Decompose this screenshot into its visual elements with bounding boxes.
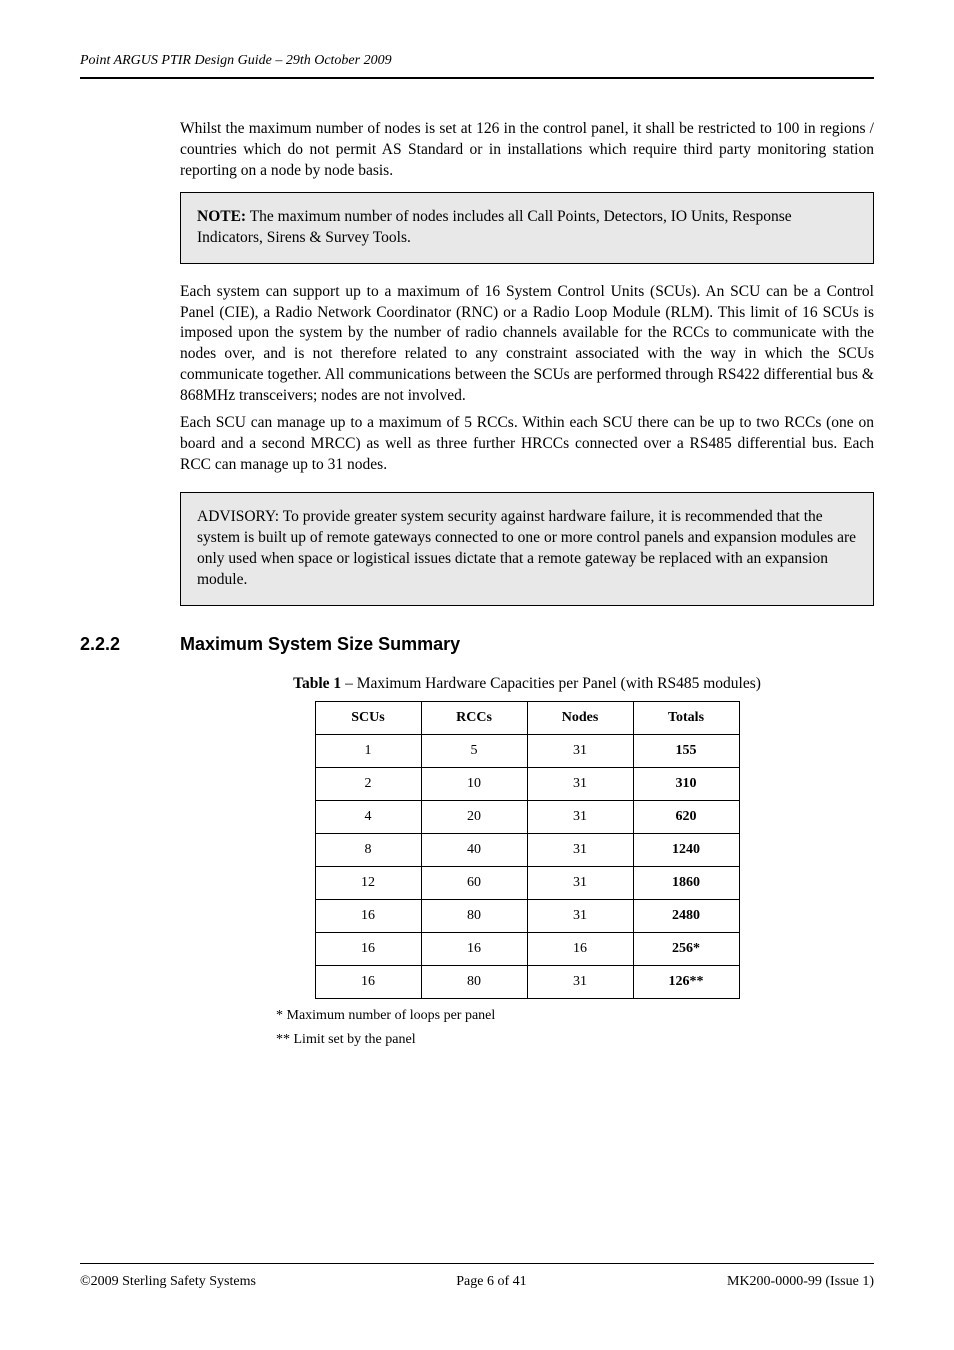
page-footer: ©2009 Sterling Safety Systems Page 6 of … <box>80 1268 874 1290</box>
table-cell: 310 <box>633 767 739 800</box>
table-cell: 4 <box>315 800 421 833</box>
table-cell: 31 <box>527 800 633 833</box>
table-cell: 31 <box>527 833 633 866</box>
table-row: 1531155 <box>315 734 739 767</box>
table-cell: 5 <box>421 734 527 767</box>
paragraph-rcc: Each SCU can manage up to a maximum of 5… <box>180 413 874 476</box>
header-rule <box>80 77 874 79</box>
table-cell: 1 <box>315 734 421 767</box>
footnote-1: * Maximum number of loops per panel <box>276 1007 874 1026</box>
footer-right: MK200-0000-99 (Issue 1) <box>727 1274 874 1290</box>
table-cell: 2 <box>315 767 421 800</box>
table-cell: 1860 <box>633 866 739 899</box>
table-cell: 16 <box>527 932 633 965</box>
table-row: 840311240 <box>315 833 739 866</box>
subsection-title: Maximum System Size Summary <box>180 634 874 655</box>
paragraph-scu: Each system can support up to a maximum … <box>180 282 874 408</box>
table-cell: 40 <box>421 833 527 866</box>
table-cell: 31 <box>527 965 633 998</box>
table-cell: 31 <box>527 767 633 800</box>
advisory-box: ADVISORY: To provide greater system secu… <box>180 492 874 606</box>
table-row: 1260311860 <box>315 866 739 899</box>
table-cell: 620 <box>633 800 739 833</box>
footer-rule <box>80 1263 874 1264</box>
table-cell: 31 <box>527 734 633 767</box>
footer-center: Page 6 of 41 <box>456 1274 526 1290</box>
table-cell: 2480 <box>633 899 739 932</box>
col-header-nodes: Nodes <box>527 701 633 734</box>
table-cell: 20 <box>421 800 527 833</box>
table-cell: 16 <box>315 932 421 965</box>
advisory-label: ADVISORY: <box>197 508 279 525</box>
table-cell: 16 <box>315 899 421 932</box>
advisory-text: To provide greater system security again… <box>197 508 856 588</box>
table-caption-text: Maximum Hardware Capacities per Panel (w… <box>357 675 761 692</box>
table-caption-label: Table 1 <box>293 675 341 692</box>
table-header-row: SCUs RCCs Nodes Totals <box>315 701 739 734</box>
table-cell: 1240 <box>633 833 739 866</box>
table-cell: 12 <box>315 866 421 899</box>
paragraph-node-limit: Whilst the maximum number of nodes is se… <box>180 119 874 182</box>
table-row: 21031310 <box>315 767 739 800</box>
table-cell: 16 <box>315 965 421 998</box>
footer-left: ©2009 Sterling Safety Systems <box>80 1274 256 1290</box>
table-cell: 8 <box>315 833 421 866</box>
table-row: 161616256* <box>315 932 739 965</box>
table-row: 168031126** <box>315 965 739 998</box>
footnote-2: ** Limit set by the panel <box>276 1031 874 1050</box>
table-row: 42031620 <box>315 800 739 833</box>
table-cell: 256* <box>633 932 739 965</box>
capacities-table: SCUs RCCs Nodes Totals 15311552103131042… <box>315 701 740 999</box>
table-cell: 16 <box>421 932 527 965</box>
subsection-number: 2.2.2 <box>80 634 180 655</box>
table-caption: Table 1 – Maximum Hardware Capacities pe… <box>180 675 874 693</box>
table-cell: 10 <box>421 767 527 800</box>
table-cell: 126** <box>633 965 739 998</box>
table-cell: 31 <box>527 899 633 932</box>
page-header: Point ARGUS PTIR Design Guide – 29th Oct… <box>80 53 874 69</box>
table-cell: 155 <box>633 734 739 767</box>
col-header-rccs: RCCs <box>421 701 527 734</box>
table-cell: 80 <box>421 899 527 932</box>
note-label: NOTE: <box>197 208 246 225</box>
note-box-max-nodes: NOTE: The maximum number of nodes includ… <box>180 192 874 264</box>
note-text: The maximum number of nodes includes all… <box>197 208 792 246</box>
col-header-totals: Totals <box>633 701 739 734</box>
table-row: 1680312480 <box>315 899 739 932</box>
table-cell: 31 <box>527 866 633 899</box>
table-cell: 60 <box>421 866 527 899</box>
table-cell: 80 <box>421 965 527 998</box>
col-header-scus: SCUs <box>315 701 421 734</box>
